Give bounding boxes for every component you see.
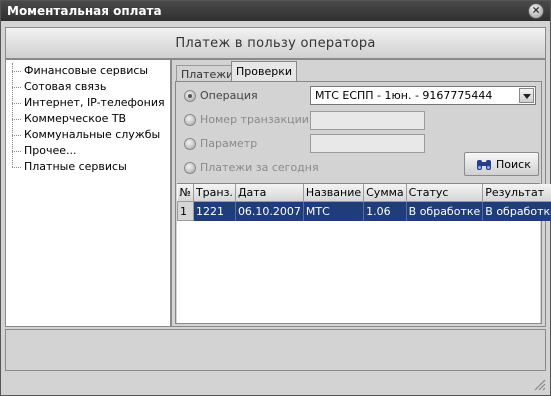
- row-sum: 1.06: [363, 201, 407, 221]
- today-radio[interactable]: [184, 162, 196, 174]
- table-header-row: № Транз. Дата Название Сумма Статус Резу…: [177, 184, 551, 202]
- operation-radio[interactable]: [184, 90, 196, 102]
- transaction-label: Номер транзакции: [200, 113, 309, 126]
- category-tree: Финансовые сервисы Сотовая связь Интерне…: [12, 63, 165, 175]
- parameter-label: Параметр: [200, 137, 258, 150]
- page-title: Платеж в пользу оператора: [175, 36, 376, 51]
- payment-window: Моментальная оплата × Платеж в пользу оп…: [0, 0, 551, 396]
- col-header-status[interactable]: Статус: [406, 184, 484, 202]
- transaction-field[interactable]: [310, 111, 425, 130]
- title-bar[interactable]: Моментальная оплата ×: [1, 1, 550, 21]
- chevron-down-icon[interactable]: [519, 88, 534, 103]
- row-name: МТС: [303, 201, 365, 221]
- tree-item-financial[interactable]: Финансовые сервисы: [12, 63, 165, 79]
- search-button-label: Поиск: [496, 158, 531, 171]
- tree-item-other[interactable]: Прочее...: [12, 143, 165, 159]
- col-header-trans[interactable]: Транз.: [193, 184, 236, 202]
- parameter-field[interactable]: [310, 134, 425, 153]
- resize-grip-icon[interactable]: [532, 377, 546, 391]
- page-header: Платеж в пользу оператора: [5, 27, 546, 59]
- category-tree-panel: Финансовые сервисы Сотовая связь Интерне…: [5, 59, 171, 327]
- tab-checks[interactable]: Проверки: [231, 61, 297, 82]
- parameter-radio[interactable]: [184, 138, 196, 150]
- tree-item-internet[interactable]: Интернет, IP-телефония: [12, 95, 165, 111]
- today-label: Платежи за сегодня: [200, 161, 319, 174]
- operation-label: Операция: [200, 89, 258, 102]
- operation-select[interactable]: МТС ЕСПП - 1юн. - 9167775444: [310, 86, 536, 105]
- status-bar: [5, 329, 546, 371]
- tree-item-mobile[interactable]: Сотовая связь: [12, 79, 165, 95]
- col-header-sum[interactable]: Сумма: [363, 184, 407, 202]
- col-header-num[interactable]: №: [177, 184, 194, 202]
- transaction-radio[interactable]: [184, 114, 196, 126]
- table-row[interactable]: 1 1221 06.10.2007 МТС 1.06 В обработке В…: [177, 201, 551, 221]
- close-icon[interactable]: ×: [528, 3, 544, 19]
- operation-select-value: МТС ЕСПП - 1юн. - 9167775444: [315, 89, 493, 102]
- col-header-date[interactable]: Дата: [235, 184, 304, 202]
- tree-item-utilities[interactable]: Коммунальные службы: [12, 127, 165, 143]
- window-title: Моментальная оплата: [7, 4, 162, 18]
- col-header-result[interactable]: Результат: [482, 184, 551, 202]
- row-transaction: 1221: [193, 201, 236, 221]
- row-number: 1: [177, 201, 194, 221]
- binoculars-icon: [477, 160, 491, 170]
- tree-item-tv[interactable]: Коммерческое ТВ: [12, 111, 165, 127]
- col-header-name[interactable]: Название: [303, 184, 365, 202]
- main-panel: Платежи Проверки Операция МТС ЕСПП - 1юн…: [171, 59, 551, 327]
- row-date: 06.10.2007: [235, 201, 304, 221]
- search-button[interactable]: Поиск: [464, 152, 539, 176]
- row-status: В обработке: [406, 201, 484, 221]
- row-result: В обработке: [482, 201, 551, 221]
- tree-item-paid-services[interactable]: Платные сервисы: [12, 159, 165, 175]
- checks-tab-page: Операция МТС ЕСПП - 1юн. - 9167775444 Но…: [175, 81, 551, 324]
- results-table: № Транз. Дата Название Сумма Статус Резу…: [177, 183, 551, 323]
